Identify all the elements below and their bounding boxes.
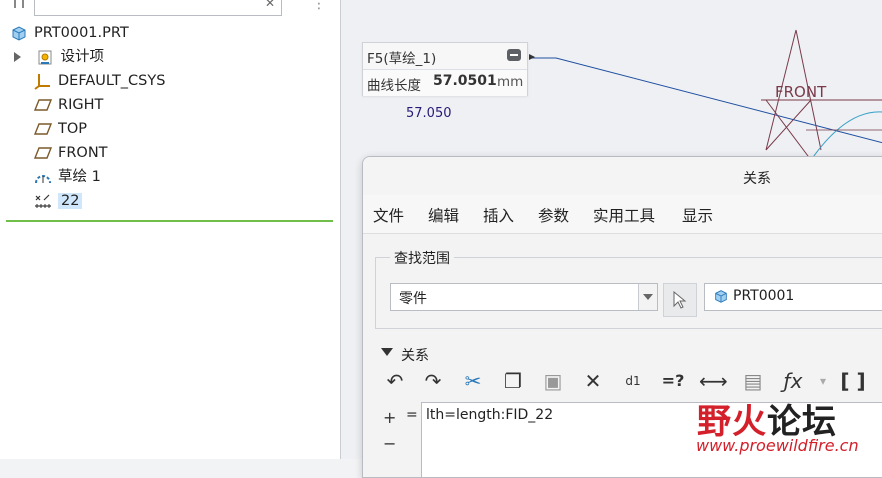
clear-icon[interactable]: ✕ (265, 0, 275, 10)
undo-icon[interactable]: ↶ (381, 367, 409, 395)
tree-item-label: 22 (58, 193, 83, 209)
collapse-triangle-icon (381, 348, 393, 362)
expand-arrow-icon[interactable] (14, 52, 26, 62)
scope-type-value: 零件 (399, 291, 427, 307)
tooltip-title: F5(草绘_1) (367, 51, 437, 67)
scope-object-field[interactable]: PRT0001 (704, 283, 882, 311)
cursor-arrow-icon (673, 291, 687, 309)
tree-item-label: FRONT (58, 145, 108, 161)
chevron-down-icon[interactable]: ▾ (809, 367, 837, 395)
unit-label: mm (497, 74, 524, 90)
relation-line: lth=length:FID_22 (426, 407, 554, 423)
part-icon (715, 290, 727, 303)
redo-icon[interactable]: ↷ (419, 367, 447, 395)
cut-icon[interactable]: ✂ (459, 367, 487, 395)
scope-legend: 查找范围 (390, 248, 454, 268)
paste-icon[interactable]: ▣ (539, 367, 567, 395)
menu-display[interactable]: 显示 (682, 204, 713, 226)
menu-edit[interactable]: 编辑 (428, 204, 459, 226)
tree-item-front[interactable]: FRONT (34, 142, 108, 164)
dialog-title: 关系 (743, 171, 771, 187)
tooltip-measure-row: 曲线长度 57.0501 mm (363, 69, 527, 96)
dimension-tooltip: F5(草绘_1) 曲线长度 57.0501 mm (362, 42, 528, 96)
equals-marker: = (406, 407, 418, 423)
datum-plane-icon (34, 123, 52, 135)
tree-item-right[interactable]: RIGHT (34, 94, 103, 116)
scope-object-value: PRT0001 (733, 288, 795, 304)
menubar: 文件 编辑 插入 参数 实用工具 显示 (363, 195, 882, 234)
insert-dimension-icon[interactable]: ⟷ (699, 367, 728, 395)
tree-item-label: 设计项 (60, 49, 104, 65)
tree-item-label: 草绘 1 (58, 169, 101, 185)
datum-plane-label: FRONT (775, 83, 827, 101)
collapse-icon[interactable] (507, 49, 521, 61)
menu-utilities[interactable]: 实用工具 (593, 204, 655, 226)
delete-icon[interactable]: ✕ (579, 367, 607, 395)
relations-heading: 关系 (401, 348, 429, 364)
datum-plane-icon (34, 99, 52, 111)
design-items-icon (38, 50, 52, 65)
function-icon[interactable]: ƒx (779, 367, 807, 395)
model-tree: ✕ ⋮ PRT0001.PRT 设计项 DEFAULT_CSYS RIGHT T… (0, 0, 341, 459)
relations-section-toggle[interactable]: 关系 (381, 345, 429, 365)
tree-item-label: TOP (58, 121, 88, 137)
sketch-icon (35, 175, 51, 184)
tree-item-analysis[interactable]: 22 (34, 190, 83, 212)
dialog-titlebar[interactable]: 关系 (363, 157, 882, 196)
tree-item-label: DEFAULT_CSYS (58, 73, 166, 89)
menu-parameters[interactable]: 参数 (538, 204, 569, 226)
more-icon[interactable]: ⋮ (312, 0, 326, 12)
copy-icon[interactable]: ❐ (499, 367, 527, 395)
sort-icon[interactable]: ▤ (739, 367, 767, 395)
filter-icon[interactable] (14, 0, 24, 8)
tree-item-label: RIGHT (58, 97, 104, 113)
tree-item-label: PRT0001.PRT (34, 25, 129, 41)
select-button[interactable] (663, 283, 697, 317)
chevron-down-icon[interactable] (638, 284, 657, 310)
evaluate-icon[interactable]: =? (659, 367, 687, 395)
tree-item-part[interactable]: PRT0001.PRT (10, 22, 129, 44)
tree-item-design-items[interactable]: 设计项 (14, 46, 104, 68)
curve-length-value: 57.0501 (433, 73, 497, 89)
datum-plane-icon (34, 147, 52, 159)
collapse-minus-button[interactable]: − (383, 431, 396, 457)
watermark-url: www.proewildfire.cn (696, 436, 859, 455)
menu-insert[interactable]: 插入 (483, 204, 514, 226)
tree-search-input[interactable]: ✕ (34, 0, 282, 16)
menu-file[interactable]: 文件 (373, 204, 404, 226)
bracket-icon[interactable]: [ ] (839, 367, 867, 395)
scope-type-select[interactable]: 零件 (390, 283, 658, 311)
switch-dimension-icon[interactable]: d1 (619, 367, 647, 395)
lookup-scope-group: 查找范围 零件 PRT0001 (375, 248, 882, 329)
tree-item-top[interactable]: TOP (34, 118, 87, 140)
tree-item-sketch[interactable]: 草绘 1 (34, 166, 101, 188)
expand-plus-button[interactable]: + (383, 405, 396, 431)
anchor-icon (529, 54, 535, 60)
tree-separator (6, 220, 333, 222)
analysis-icon (35, 194, 51, 208)
expand-controls: + − (383, 405, 396, 457)
tree-item-csys[interactable]: DEFAULT_CSYS (34, 70, 165, 92)
dimension-text[interactable]: 57.050 (406, 106, 452, 121)
part-icon (12, 26, 26, 41)
csys-icon (34, 74, 50, 90)
curve-length-label: 曲线长度 (367, 78, 421, 94)
